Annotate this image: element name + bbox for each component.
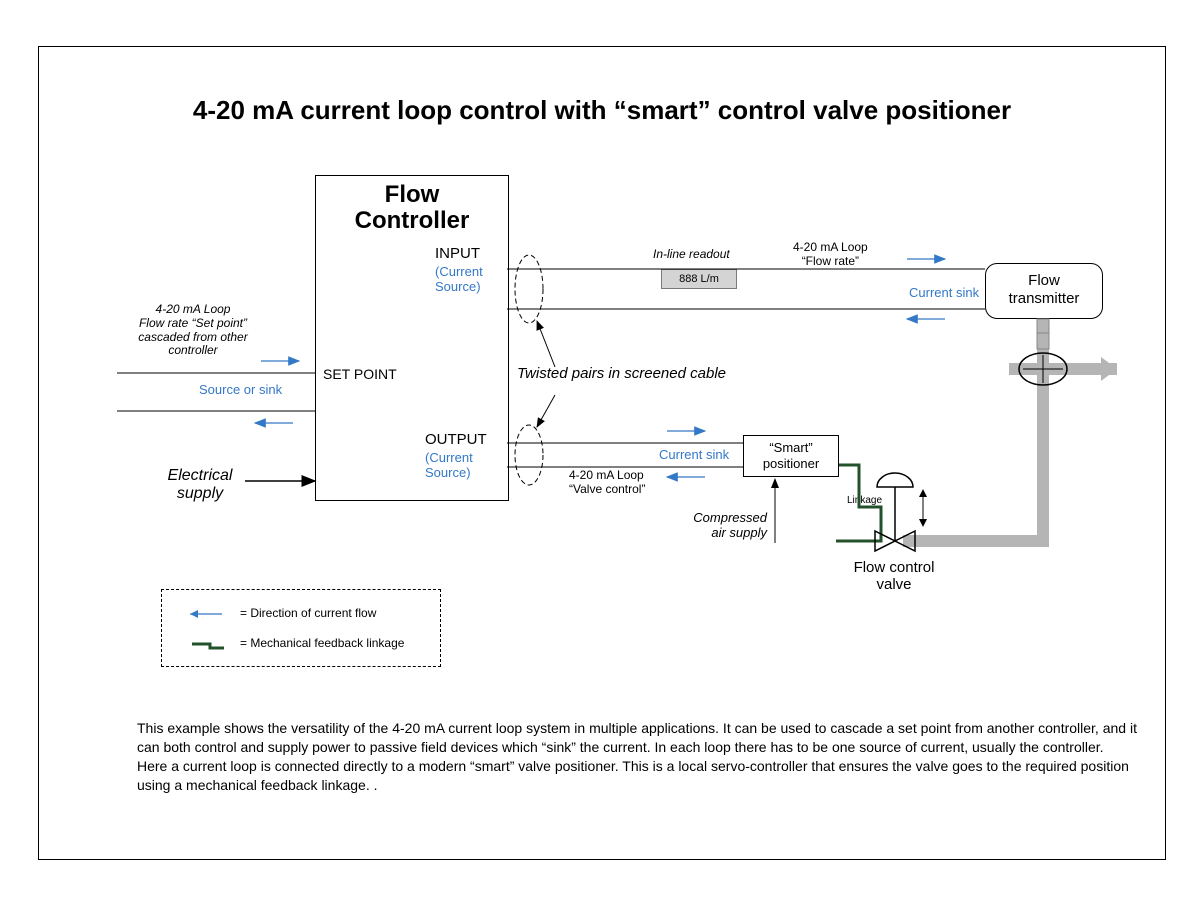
setpoint-note-4: controller (168, 343, 217, 357)
transmitter-l2: transmitter (1009, 290, 1080, 307)
output-label: OUTPUT (425, 431, 487, 448)
setpoint-label-text: SET POINT (323, 366, 397, 382)
setpoint-label: SET POINT (323, 367, 397, 382)
flow-control-valve-label: Flow control valve (839, 559, 949, 594)
setpoint-note-2: Flow rate “Set point” (139, 316, 247, 330)
positioner-l1: “Smart” (769, 440, 812, 455)
positioner-l2: positioner (763, 456, 819, 471)
setpoint-note: 4-20 mA Loop Flow rate “Set point” casca… (113, 303, 273, 358)
input-sublabel: (Current Source) (435, 265, 505, 295)
readout-label: In-line readout (653, 247, 730, 261)
loop-flowrate-2: “Flow rate” (802, 254, 859, 268)
description-text: This example shows the versatility of th… (137, 719, 1147, 795)
diagram-title: 4-20 mA current loop control with “smart… (39, 95, 1165, 126)
legend-box: = Direction of current flow = Mechanical… (161, 589, 441, 667)
diagram-frame: 4-20 mA current loop control with “smart… (38, 46, 1166, 860)
loop-valvecontrol-label: 4-20 mA Loop “Valve control” (569, 469, 645, 497)
source-or-sink-label: Source or sink (199, 382, 282, 397)
loop-flowrate-label: 4-20 mA Loop “Flow rate” (793, 241, 868, 269)
setpoint-note-3: cascaded from other (138, 330, 247, 344)
controller-title-2: Controller (355, 207, 470, 234)
electrical-supply-label: Electrical supply (155, 467, 245, 502)
flow-transmitter-box: Flow transmitter (985, 263, 1103, 319)
controller-title: Flow Controller (316, 176, 508, 235)
compressed-air-label: Compressed air supply (677, 511, 767, 541)
legend-graphics (162, 590, 440, 666)
controller-title-1: Flow (385, 181, 440, 208)
output-sublabel: (Current Source) (425, 451, 495, 481)
legend-link-text: = Mechanical feedback linkage (240, 636, 404, 650)
legend-arrow-text: = Direction of current flow (240, 606, 376, 620)
linkage-label: Linkage (847, 495, 882, 506)
transmitter-l1: Flow (1028, 272, 1060, 289)
page: 4-20 mA current loop control with “smart… (0, 0, 1200, 900)
loop-flowrate-1: 4-20 mA Loop (793, 240, 868, 254)
loop-valvecontrol-1: 4-20 mA Loop (569, 468, 644, 482)
smart-positioner-box: “Smart” positioner (743, 435, 839, 477)
input-label: INPUT (435, 245, 480, 262)
current-sink-transmitter-label: Current sink (909, 285, 979, 300)
readout-value: 888 L/m (661, 269, 737, 289)
current-sink-positioner-label: Current sink (659, 447, 729, 462)
loop-valvecontrol-2: “Valve control” (569, 482, 645, 496)
setpoint-note-1: 4-20 mA Loop (156, 302, 231, 316)
twisted-pairs-label: Twisted pairs in screened cable (517, 365, 726, 383)
